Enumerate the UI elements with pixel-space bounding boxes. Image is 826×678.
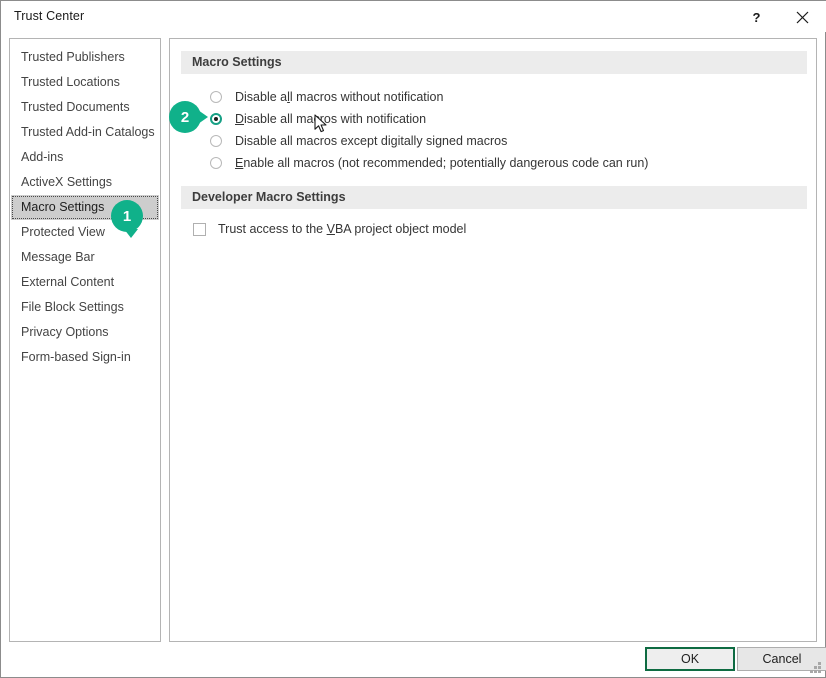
macro-option-row-2[interactable]: Disable all macros with notification: [210, 109, 426, 129]
sidebar-item-label: ActiveX Settings: [21, 175, 113, 189]
sidebar-item-label: Trusted Locations: [21, 75, 120, 89]
sidebar-item-trusted-documents[interactable]: Trusted Documents: [10, 95, 160, 120]
macro-option-radio-2[interactable]: [210, 113, 222, 125]
sidebar-item-trusted-locations[interactable]: Trusted Locations: [10, 70, 160, 95]
macro-option-row-4[interactable]: Enable all macros (not recommended; pote…: [210, 153, 648, 173]
sidebar-item-label: Privacy Options: [21, 325, 109, 339]
sidebar-item-activex-settings[interactable]: ActiveX Settings: [10, 170, 160, 195]
window-title: Trust Center: [14, 9, 85, 23]
sidebar-item-privacy-options[interactable]: Privacy Options: [10, 320, 160, 345]
macro-settings-section-header: Macro Settings: [181, 51, 807, 74]
settings-category-list[interactable]: Trusted Publishers Trusted Locations Trust…: [9, 38, 161, 642]
sidebar-item-label: Macro Settings: [21, 200, 105, 214]
sidebar-item-file-block-settings[interactable]: File Block Settings: [10, 295, 160, 320]
help-question-icon[interactable]: ?: [734, 2, 779, 32]
trust-vba-project-checkbox-row[interactable]: Trust access to the VBA project object m…: [193, 219, 466, 239]
sidebar-item-external-content[interactable]: External Content: [10, 270, 160, 295]
macro-option-radio-4[interactable]: [210, 157, 222, 169]
title-bar: Trust Center ?: [1, 0, 826, 32]
callout-badge-2: 2: [169, 101, 208, 133]
macro-option-label-3: Disable all macros except digitally sign…: [235, 134, 508, 148]
developer-macro-settings-section-header: Developer Macro Settings: [181, 186, 807, 209]
sidebar-item-label: Form-based Sign-in: [21, 350, 131, 364]
macro-option-row-1[interactable]: Disable all macros without notification: [210, 87, 443, 107]
macro-option-radio-1[interactable]: [210, 91, 222, 103]
resize-grip[interactable]: [810, 662, 822, 674]
close-icon[interactable]: [780, 2, 825, 32]
sidebar-item-label: Protected View: [21, 225, 105, 239]
sidebar-item-label: File Block Settings: [21, 300, 124, 314]
ok-button[interactable]: OK: [645, 647, 735, 671]
callout-badge-1: 1: [111, 200, 143, 238]
sidebar-item-trusted-add-in-catalogs[interactable]: Trusted Add-in Catalogs: [10, 120, 160, 145]
trust-center-dialog: Trust Center ? Trusted Publishers Trusted…: [0, 0, 826, 678]
sidebar-item-add-ins[interactable]: Add-ins: [10, 145, 160, 170]
sidebar-item-label: External Content: [21, 275, 115, 289]
macro-option-label-4: Enable all macros (not recommended; pote…: [235, 156, 649, 170]
macro-option-radio-3[interactable]: [210, 135, 222, 147]
sidebar-item-label: Add-ins: [21, 150, 64, 164]
sidebar-item-label: Trusted Documents: [21, 100, 130, 114]
sidebar-item-label: Message Bar: [21, 250, 95, 264]
trust-vba-project-checkbox[interactable]: [193, 222, 206, 236]
sidebar-item-label: Trusted Add-in Catalogs: [21, 125, 155, 139]
macro-option-row-3[interactable]: Disable all macros except digitally sign…: [210, 131, 507, 151]
macro-option-label-2: Disable all macros with notification: [235, 112, 427, 126]
trust-vba-project-label: Trust access to the VBA project object m…: [218, 222, 467, 236]
sidebar-item-form-based-sign-in[interactable]: Form-based Sign-in: [10, 345, 160, 370]
macro-settings-panel: Macro Settings Disable all macros withou…: [169, 38, 817, 642]
sidebar-item-label: Trusted Publishers: [21, 50, 125, 64]
sidebar-item-message-bar[interactable]: Message Bar: [10, 245, 160, 270]
macro-option-label-1: Disable all macros without notification: [235, 90, 444, 104]
sidebar-item-trusted-publishers[interactable]: Trusted Publishers: [10, 45, 160, 70]
